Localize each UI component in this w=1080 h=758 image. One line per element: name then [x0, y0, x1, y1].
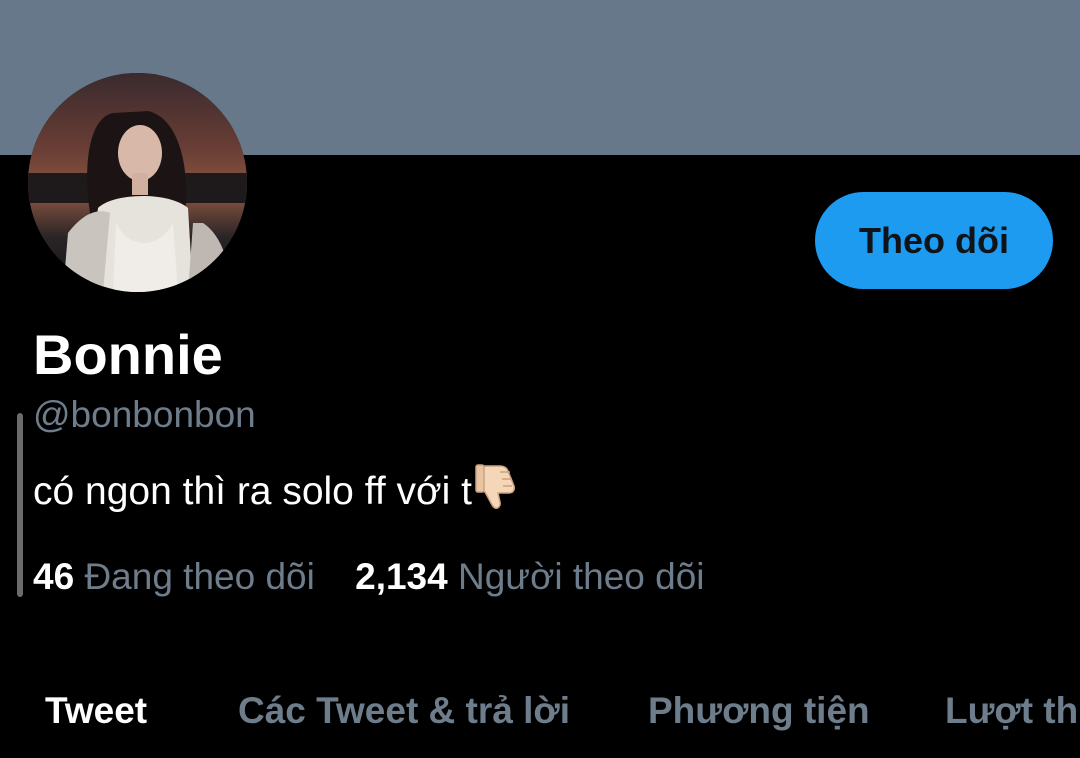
following-stat[interactable]: 46 Đang theo dõi — [33, 556, 315, 597]
thumbs-down-icon — [474, 460, 524, 523]
profile-handle: @bonbonbon — [33, 394, 256, 435]
follow-button[interactable]: Theo dõi — [815, 192, 1053, 289]
profile-stats: 46 Đang theo dõi 2,134 Người theo dõi — [33, 554, 705, 600]
profile-bio: có ngon thì ra solo ff với t — [33, 460, 524, 523]
scrollbar[interactable] — [17, 413, 23, 597]
tab-tweets-replies[interactable]: Các Tweet & trả lời — [238, 686, 570, 736]
following-count: 46 — [33, 556, 75, 597]
followers-label: Người theo dõi — [458, 556, 705, 597]
followers-count: 2,134 — [355, 556, 448, 597]
followers-stat[interactable]: 2,134 Người theo dõi — [355, 556, 704, 597]
bio-text: có ngon thì ra solo ff với t — [33, 470, 472, 513]
profile-name: Bonnie — [33, 323, 223, 386]
tab-tweets[interactable]: Tweet — [45, 686, 147, 736]
following-label: Đang theo dõi — [84, 556, 315, 597]
tab-likes[interactable]: Lượt thích — [945, 686, 1080, 736]
avatar-photo — [28, 73, 247, 292]
avatar[interactable] — [28, 73, 247, 292]
tab-media[interactable]: Phương tiện — [648, 686, 870, 736]
profile-tabs: Tweet Các Tweet & trả lời Phương tiện Lư… — [0, 686, 1080, 746]
